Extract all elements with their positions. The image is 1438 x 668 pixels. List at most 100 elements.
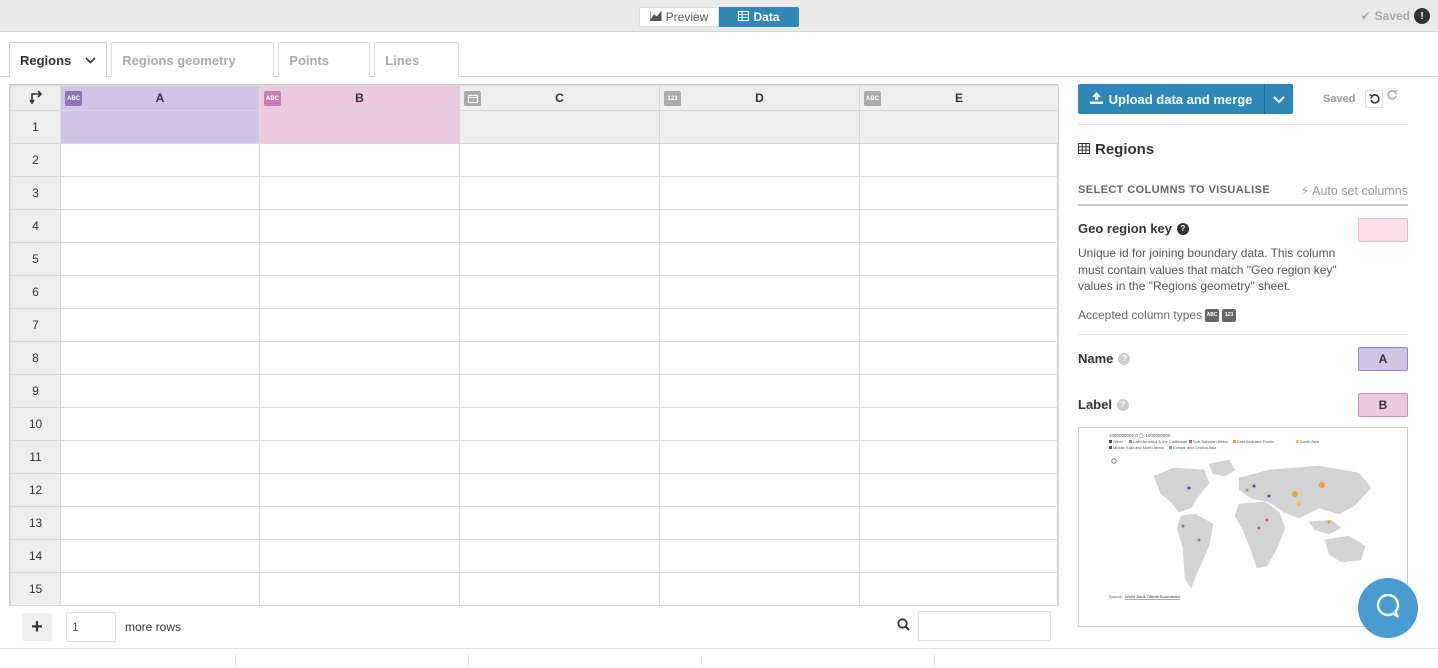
row-number[interactable]: 3	[10, 176, 61, 210]
grid-cell[interactable]	[259, 473, 460, 507]
grid-cell[interactable]	[60, 572, 260, 606]
grid-cell[interactable]	[259, 440, 460, 474]
grid-cell[interactable]	[259, 374, 460, 408]
upload-dropdown-button[interactable]	[1264, 84, 1293, 114]
rows-count-input[interactable]	[66, 612, 116, 642]
tab-lines[interactable]: Lines	[374, 42, 460, 77]
grid-cell[interactable]	[859, 572, 1059, 606]
grid-cell[interactable]	[659, 374, 860, 408]
grid-cell[interactable]	[259, 209, 460, 243]
grid-cell[interactable]	[659, 275, 860, 309]
grid-cell[interactable]	[60, 374, 260, 408]
grid-cell[interactable]	[259, 572, 460, 606]
column-header-c[interactable]: C	[459, 85, 660, 111]
tab-points[interactable]: Points	[278, 42, 371, 77]
grid-cell[interactable]	[659, 440, 860, 474]
grid-cell[interactable]	[659, 572, 860, 606]
grid-cell[interactable]	[659, 242, 860, 276]
tab-regions[interactable]: Regions	[9, 42, 108, 78]
column-header-e[interactable]: ABC E	[859, 85, 1059, 111]
grid-cell[interactable]	[459, 242, 660, 276]
help-icon[interactable]: ?	[1116, 398, 1129, 411]
row-number[interactable]: 10	[10, 407, 61, 441]
row-number[interactable]: 13	[10, 506, 61, 540]
grid-cell[interactable]	[859, 440, 1059, 474]
grid-cell[interactable]	[259, 506, 460, 540]
grid-cell[interactable]	[659, 143, 860, 177]
grid-cell[interactable]	[459, 374, 660, 408]
grid-cell[interactable]	[459, 539, 660, 573]
grid-cell[interactable]	[659, 341, 860, 375]
row-number[interactable]: 4	[10, 209, 61, 243]
row-number[interactable]: 9	[10, 374, 61, 408]
grid-cell[interactable]	[259, 341, 460, 375]
auto-set-columns-button[interactable]: ⚡ Auto set columns	[1301, 183, 1408, 198]
grid-cell[interactable]	[259, 110, 460, 144]
grid-cell[interactable]	[459, 143, 660, 177]
grid-cell[interactable]	[859, 341, 1059, 375]
grid-cell[interactable]	[60, 341, 260, 375]
grid-cell[interactable]	[859, 143, 1059, 177]
grid-cell[interactable]	[259, 275, 460, 309]
grid-cell[interactable]	[60, 308, 260, 342]
grid-cell[interactable]	[859, 539, 1059, 573]
grid-cell[interactable]	[859, 209, 1059, 243]
grid-cell[interactable]	[459, 440, 660, 474]
grid-cell[interactable]	[259, 407, 460, 441]
row-number[interactable]: 8	[10, 341, 61, 375]
chat-button[interactable]	[1358, 578, 1418, 638]
column-header-a[interactable]: ABC A	[60, 85, 260, 111]
undo-button[interactable]	[1365, 90, 1383, 108]
grid-cell[interactable]	[459, 209, 660, 243]
row-number[interactable]: 6	[10, 275, 61, 309]
grid-cell[interactable]	[60, 407, 260, 441]
grid-cell[interactable]	[459, 110, 660, 144]
grid-cell[interactable]	[60, 539, 260, 573]
chevron-down-icon[interactable]	[85, 53, 96, 67]
grid-cell[interactable]	[859, 110, 1059, 144]
grid-cell[interactable]	[659, 407, 860, 441]
grid-cell[interactable]	[659, 110, 860, 144]
grid-cell[interactable]	[859, 473, 1059, 507]
grid-cell[interactable]	[60, 209, 260, 243]
grid-cell[interactable]	[459, 473, 660, 507]
grid-cell[interactable]	[659, 209, 860, 243]
transpose-button[interactable]	[10, 85, 61, 111]
grid-cell[interactable]	[659, 506, 860, 540]
row-number[interactable]: 5	[10, 242, 61, 276]
grid-cell[interactable]	[659, 473, 860, 507]
grid-cell[interactable]	[459, 308, 660, 342]
grid-cell[interactable]	[60, 143, 260, 177]
column-header-d[interactable]: 123 D	[659, 85, 860, 111]
row-number[interactable]: 7	[10, 308, 61, 342]
row-number[interactable]: 15	[10, 572, 61, 606]
grid-cell[interactable]	[859, 506, 1059, 540]
grid-cell[interactable]	[659, 176, 860, 210]
add-rows-button[interactable]: +	[22, 613, 52, 641]
grid-cell[interactable]	[859, 275, 1059, 309]
grid-cell[interactable]	[659, 539, 860, 573]
help-icon[interactable]: ?	[1118, 352, 1131, 365]
grid-cell[interactable]	[259, 176, 460, 210]
grid-cell[interactable]	[259, 242, 460, 276]
grid-cell[interactable]	[259, 143, 460, 177]
grid-cell[interactable]	[859, 374, 1059, 408]
grid-cell[interactable]	[60, 473, 260, 507]
grid-cell[interactable]	[459, 341, 660, 375]
search-input[interactable]	[918, 611, 1051, 641]
grid-cell[interactable]	[459, 572, 660, 606]
grid-cell[interactable]	[659, 308, 860, 342]
grid-cell[interactable]	[459, 275, 660, 309]
row-number[interactable]: 14	[10, 539, 61, 573]
column-header-b[interactable]: ABC B	[259, 85, 460, 111]
grid-cell[interactable]	[60, 176, 260, 210]
grid-cell[interactable]	[859, 308, 1059, 342]
grid-cell[interactable]	[859, 242, 1059, 276]
row-number[interactable]: 2	[10, 143, 61, 177]
grid-cell[interactable]	[459, 407, 660, 441]
geo-key-column-selector[interactable]	[1358, 218, 1408, 242]
grid-cell[interactable]	[60, 110, 260, 144]
redo-button[interactable]	[1387, 89, 1398, 104]
warning-icon[interactable]: !	[1414, 8, 1430, 24]
grid-cell[interactable]	[459, 176, 660, 210]
